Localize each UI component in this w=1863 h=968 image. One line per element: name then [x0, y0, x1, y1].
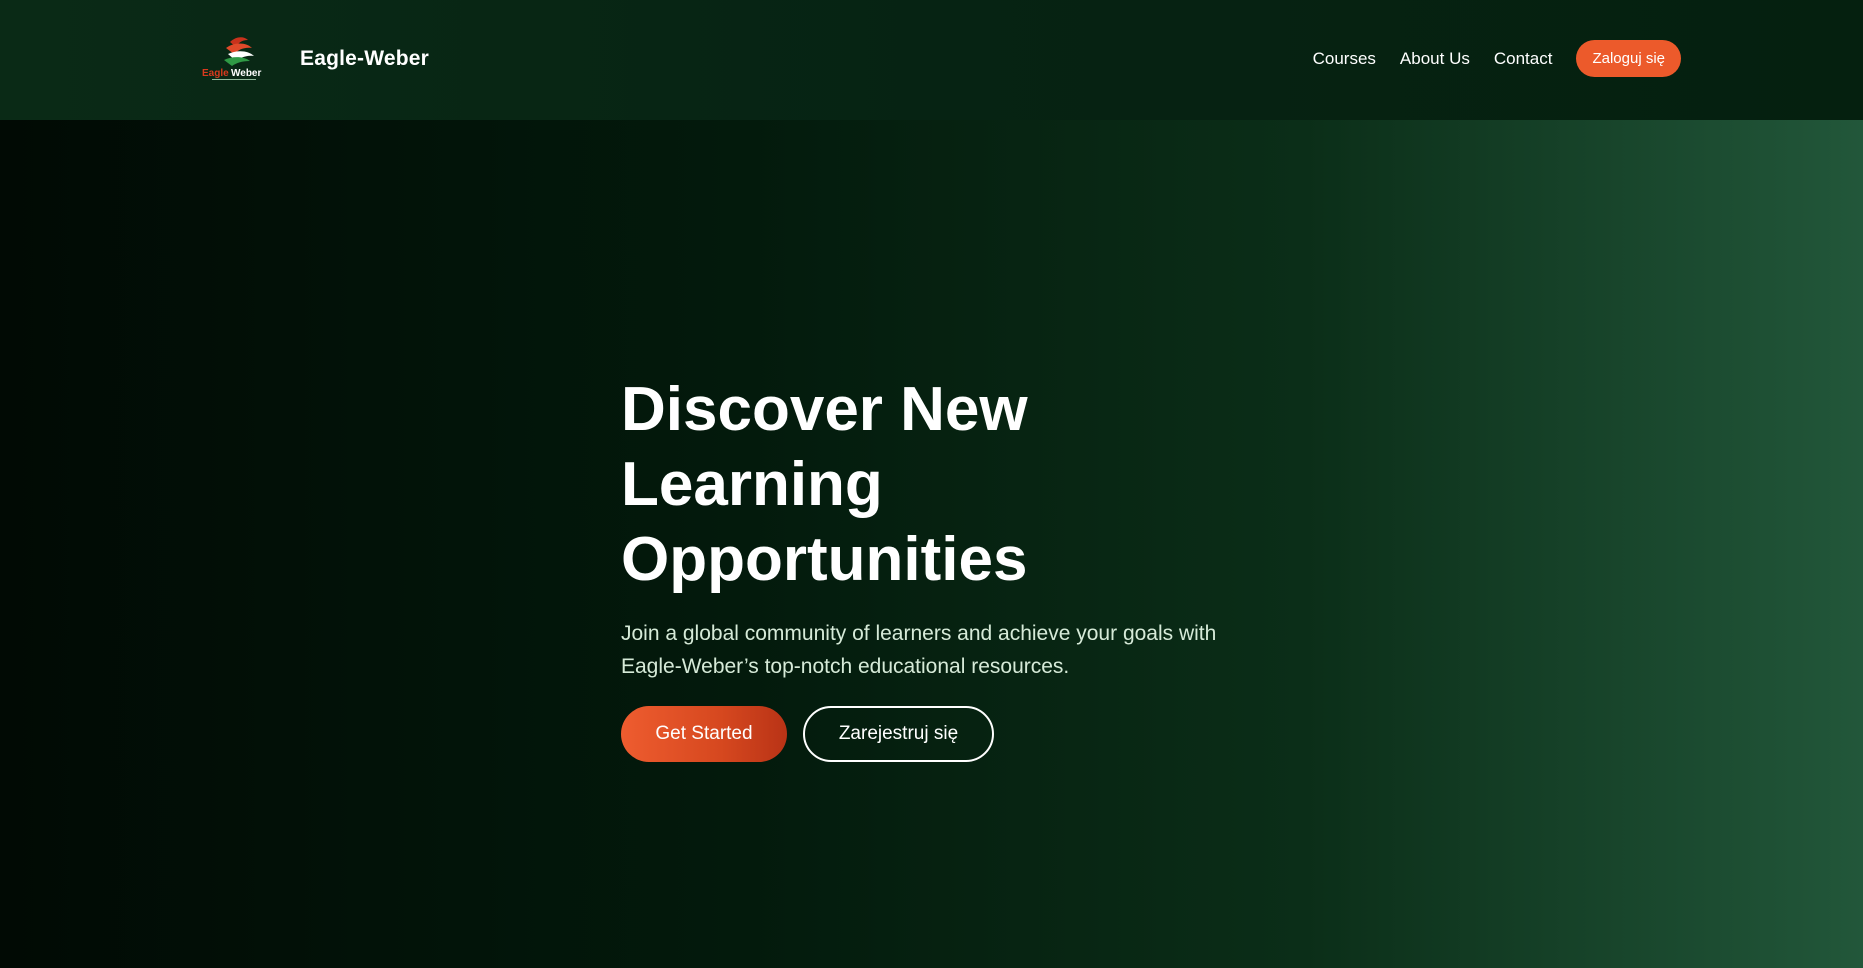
logo-wordmark-weber: Weber: [231, 68, 261, 79]
brand[interactable]: Eagle Weber Eagle-Weber: [200, 34, 429, 84]
hero-subtitle: Join a global community of learners and …: [621, 622, 1217, 678]
hero-title: Discover New Learning Opportunities: [621, 375, 1028, 594]
get-started-button[interactable]: Get Started: [621, 706, 787, 762]
main-nav: Courses About Us Contact Zaloguj się: [1289, 40, 1681, 77]
hero-section: Discover New Learning Opportunities Join…: [621, 372, 1261, 762]
login-button[interactable]: Zaloguj się: [1576, 40, 1681, 77]
brand-name[interactable]: Eagle-Weber: [300, 47, 429, 71]
hero-actions: Get Started Zarejestruj się: [621, 706, 1261, 762]
logo-wordmark-eagle: Eagle: [202, 68, 229, 79]
eagle-weber-logo-icon: Eagle Weber: [200, 34, 270, 84]
nav-link-courses[interactable]: Courses: [1313, 49, 1376, 69]
nav-link-contact[interactable]: Contact: [1494, 49, 1553, 69]
nav-link-about-us[interactable]: About Us: [1400, 49, 1470, 69]
top-navbar: Eagle Weber Eagle-Weber Courses About Us…: [0, 0, 1863, 120]
register-button[interactable]: Zarejestruj się: [803, 706, 994, 762]
